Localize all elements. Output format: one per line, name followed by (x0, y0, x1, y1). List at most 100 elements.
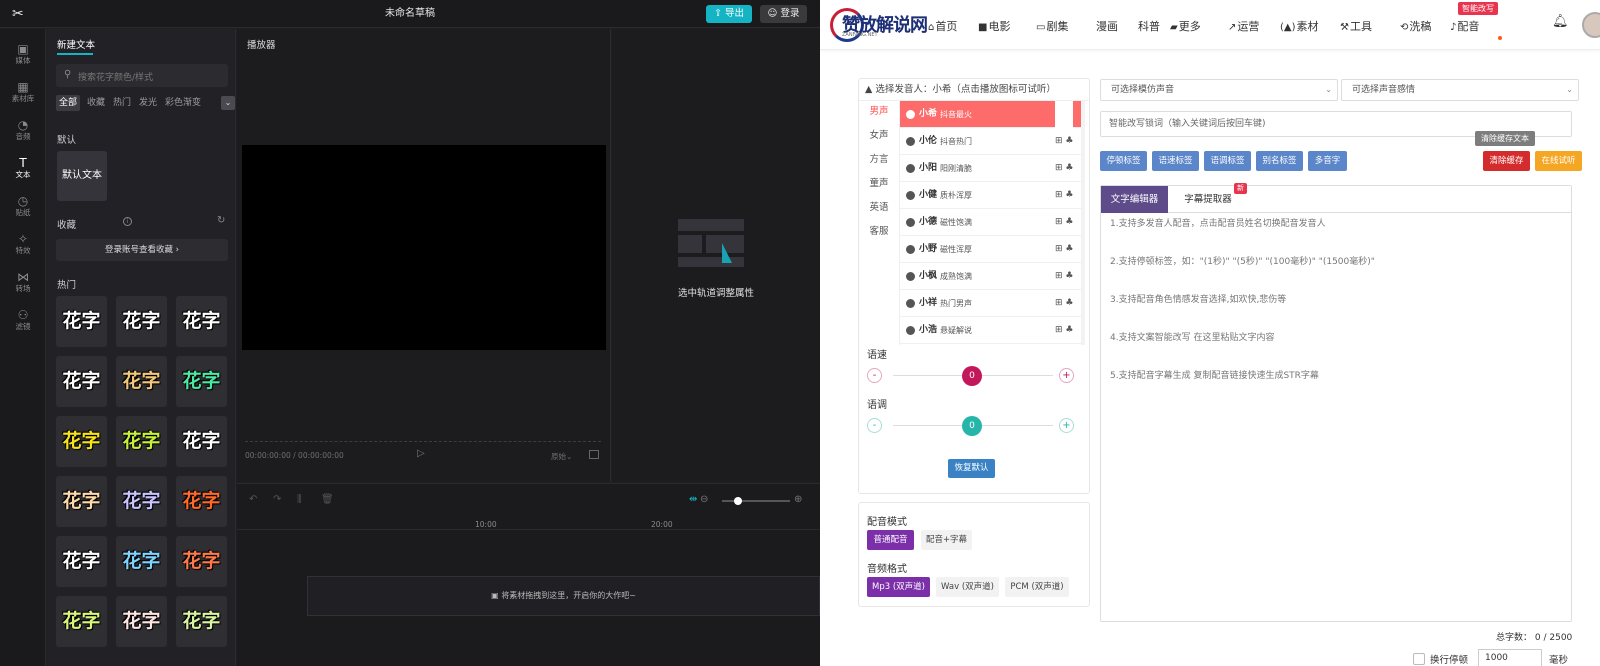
voice-category[interactable]: 女声 (861, 126, 897, 146)
play-icon[interactable] (906, 326, 915, 335)
bell-icon[interactable]: 🔔︎ (1552, 14, 1569, 29)
pitch-plus-button[interactable]: + (1059, 418, 1074, 433)
voice-row[interactable]: 小德 磁性饱满 ⊞ ♣ (900, 209, 1082, 236)
default-text-tile[interactable]: 默认文本 (57, 151, 107, 201)
speed-knob[interactable]: 0 (962, 366, 982, 386)
timeline-drop-zone[interactable]: ▣ 将素材拖拽到这里，开启你的大作吧~ (307, 576, 820, 616)
huazi-style-tile[interactable]: 花字 (176, 416, 227, 467)
huazi-style-tile[interactable]: 花字 (56, 476, 107, 527)
rail-item-text[interactable]: T 文本 (0, 153, 46, 187)
huazi-style-tile[interactable]: 花字 (56, 296, 107, 347)
speed-minus-button[interactable]: - (867, 368, 882, 383)
nav-item-8[interactable]: ⚒工具 (1340, 18, 1372, 34)
voice-row[interactable]: 小伦 抖音热门 ⊞ ♣ (900, 128, 1082, 155)
nav-item-6[interactable]: ↗运营 (1228, 18, 1259, 34)
rail-item-library[interactable]: ▦ 素材库 (0, 77, 46, 111)
voice-row[interactable]: 小浩 悬疑解说 ⊞ ♣ (900, 317, 1082, 344)
nav-item-1[interactable]: ■电影 (978, 18, 1010, 34)
rail-item-transition[interactable]: ⋈ 转场 (0, 267, 46, 301)
clear-cache-button[interactable]: 清除缓存 (1483, 151, 1530, 171)
rail-item-filter[interactable]: ⚇ 滤镜 (0, 305, 46, 339)
play-icon[interactable] (906, 245, 915, 254)
play-icon[interactable]: ▷ (417, 448, 425, 459)
refresh-icon[interactable]: ↻ (217, 215, 225, 226)
speed-plus-button[interactable]: + (1059, 368, 1074, 383)
huazi-style-tile[interactable]: 花字 (176, 536, 227, 587)
voice-category[interactable]: 童声 (861, 174, 897, 194)
nav-item-2[interactable]: ▭剧集 (1036, 18, 1068, 34)
add-favorite-icon[interactable]: ⊞ ♣ (1055, 236, 1073, 263)
nav-item-5[interactable]: ▰更多 (1170, 18, 1201, 34)
voice-category[interactable]: 男声 (861, 102, 897, 122)
mode-normal-button[interactable]: 普通配音 (867, 530, 914, 550)
add-favorite-icon[interactable]: ⊞ ♣ (1055, 101, 1074, 128)
rail-item-effects[interactable]: ✧ 特效 (0, 229, 46, 263)
huazi-style-tile[interactable]: 花字 (56, 416, 107, 467)
huazi-style-tile[interactable]: 花字 (176, 476, 227, 527)
voice-row[interactable]: 小枫 成熟饱满 ⊞ ♣ (900, 263, 1082, 290)
emotion-select[interactable]: 可选择声音感情 ⌄ (1341, 79, 1579, 101)
add-favorite-icon[interactable]: ⊞ ♣ (1055, 128, 1073, 155)
add-favorite-icon[interactable]: ⊞ ♣ (1055, 155, 1073, 182)
huazi-style-tile[interactable]: 花字 (116, 296, 167, 347)
nav-item-7[interactable]: (▲)素材 (1280, 18, 1319, 34)
pause-tag-button[interactable]: 停顿标签 (1100, 151, 1147, 171)
voice-row[interactable]: 小健 质朴浑厚 ⊞ ♣ (900, 182, 1082, 209)
zoom-out-icon[interactable]: ⊖ (700, 494, 708, 505)
redo-icon[interactable]: ↷ (273, 494, 281, 505)
pitch-tag-button[interactable]: 语调标签 (1204, 151, 1251, 171)
play-icon[interactable] (906, 164, 915, 173)
huazi-style-tile[interactable]: 花字 (116, 356, 167, 407)
nav-item-9[interactable]: ⟲洗稿 (1400, 18, 1431, 34)
play-icon[interactable] (906, 110, 915, 119)
voice-row[interactable]: 小祥 热门男声 ⊞ ♣ (900, 290, 1082, 317)
huazi-style-tile[interactable]: 花字 (56, 356, 107, 407)
voice-row[interactable]: 小野 磁性浑厚 ⊞ ♣ (900, 236, 1082, 263)
line-break-pause-checkbox[interactable] (1413, 653, 1425, 665)
snap-icon[interactable]: ⇹ (689, 494, 697, 505)
fullscreen-icon[interactable] (589, 450, 599, 459)
format-wav-button[interactable]: Wav (双声道) (936, 577, 999, 597)
voice-name[interactable]: 小阳 (919, 155, 937, 182)
nav-item-4[interactable]: 科普 (1138, 18, 1160, 34)
mode-subtitle-button[interactable]: 配音+字幕 (921, 530, 972, 550)
zoom-slider[interactable] (722, 497, 790, 505)
pitch-minus-button[interactable]: - (867, 418, 882, 433)
text-editor-area[interactable]: 文字编辑器 字幕提取器 新 1.支持多发音人配音，点击配音员姓名切换配音发音人 … (1100, 183, 1572, 622)
huazi-style-tile[interactable]: 花字 (56, 536, 107, 587)
huazi-style-tile[interactable]: 花字 (116, 416, 167, 467)
add-favorite-icon[interactable]: ⊞ ♣ (1055, 182, 1073, 209)
alias-tag-button[interactable]: 别名标签 (1256, 151, 1303, 171)
avatar[interactable] (1582, 12, 1600, 38)
rail-item-media[interactable]: ▣ 媒体 (0, 39, 46, 73)
voice-name[interactable]: 小祥 (919, 290, 937, 317)
login-button[interactable]: ☺ 登录 (760, 5, 807, 23)
imitate-voice-select[interactable]: 可选择模仿声音 ⌄ (1100, 79, 1338, 101)
voice-name[interactable]: 小浩 (919, 317, 937, 344)
huazi-style-tile[interactable]: 花字 (116, 536, 167, 587)
delete-icon[interactable]: 🗑 (321, 494, 334, 505)
filter-favorites[interactable]: 收藏 (84, 95, 108, 111)
voice-row[interactable]: 小阳 阳刚清脆 ⊞ ♣ (900, 155, 1082, 182)
voice-name[interactable]: 小枫 (919, 263, 937, 290)
huazi-style-tile[interactable]: 花字 (116, 596, 167, 647)
play-icon[interactable] (906, 218, 915, 227)
nav-item-10[interactable]: ♪配音 (1450, 18, 1479, 34)
undo-icon[interactable]: ↶ (249, 494, 257, 505)
voice-name[interactable]: 小伦 (919, 128, 937, 155)
nav-item-3[interactable]: 漫画 (1096, 18, 1118, 34)
online-trial-button[interactable]: 在线试听 (1535, 151, 1582, 171)
voice-row[interactable]: 小希 抖音最火 ⊞ ♣ (900, 101, 1082, 128)
tab-text-editor[interactable]: 文字编辑器 (1101, 186, 1168, 213)
play-icon[interactable] (906, 272, 915, 281)
huazi-style-tile[interactable]: 花字 (176, 356, 227, 407)
filter-hot[interactable]: 热门 (110, 95, 134, 111)
huazi-style-tile[interactable]: 花字 (56, 596, 107, 647)
zoom-slider-knob[interactable] (734, 497, 742, 505)
filter-all[interactable]: 全部 (56, 95, 81, 111)
voice-list-scrollbar[interactable] (1081, 101, 1085, 345)
zoom-in-icon[interactable]: ⊕ (794, 494, 802, 505)
huazi-search-input[interactable]: ⚲ 搜索花字颜色/样式 (56, 64, 228, 87)
play-icon[interactable] (906, 137, 915, 146)
voice-name[interactable]: 小希 (919, 101, 937, 128)
